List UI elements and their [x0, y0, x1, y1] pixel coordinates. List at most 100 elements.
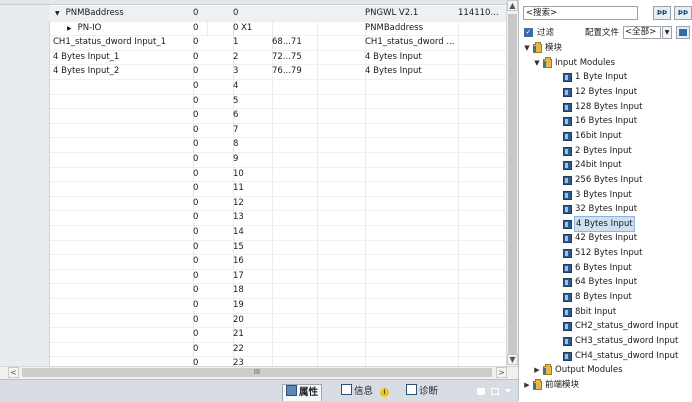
cell-name [49, 254, 194, 270]
module-icon [563, 351, 572, 361]
table-row[interactable]: 0 16 [0, 254, 506, 270]
table-row[interactable]: 0 17 [0, 268, 506, 285]
table-row[interactable]: 0 15 [0, 239, 506, 256]
catalog-tree-item[interactable]: 12 Bytes Input [519, 85, 692, 100]
row-gutter-cell [0, 195, 50, 211]
expand-arrow-icon[interactable]: ▼ [55, 10, 60, 17]
tab-diagnostics[interactable]: 诊断 [403, 384, 441, 400]
table-row[interactable]: 05 [0, 93, 506, 110]
table-row[interactable]: 0 18 [0, 283, 506, 299]
table-row[interactable]: 09 [0, 152, 506, 168]
catalog-tree-item[interactable]: 256 Bytes Input [519, 173, 692, 188]
catalog-tree-item[interactable]: 4 Bytes Input [519, 215, 692, 233]
cell-order [454, 298, 506, 314]
scroll-down-button[interactable]: ▼ [507, 354, 518, 365]
table-row[interactable]: ▼ PNMBaddress 0 0 PNGWL V2.1 114110... [0, 6, 506, 22]
module-icon [563, 175, 572, 185]
table-row[interactable]: 0 10 [0, 166, 506, 183]
profile-select[interactable]: <全部> [623, 26, 661, 39]
cell-iaddr [268, 6, 318, 22]
module-icon [563, 278, 572, 288]
profile-dropdown-arrow[interactable]: ▼ [662, 26, 672, 39]
catalog-tree-item[interactable]: 3 Bytes Input [519, 188, 692, 203]
cell-type: PNGWL V2.1 [361, 6, 459, 22]
table-row[interactable]: 4 Bytes Input_2 0 3 76...79 4 Bytes Input [0, 64, 506, 80]
scroll-thumb[interactable] [508, 14, 517, 354]
table-row[interactable]: 0 19 [0, 298, 506, 314]
module-icon [563, 205, 572, 215]
catalog-tree-item[interactable]: 64 Bytes Input [519, 275, 692, 290]
cell-iaddr [268, 327, 318, 343]
tree-expand-icon[interactable]: ▼ [523, 41, 531, 56]
catalog-tree-item[interactable]: ▶ 前端模块 [519, 378, 692, 393]
tree-expand-icon[interactable]: ▼ [533, 56, 541, 71]
search-down-button[interactable]: ÞÞ [653, 6, 671, 20]
table-row[interactable]: CH1_status_dword Input_1 0 1 68...71 CH1_sta… [0, 35, 506, 51]
catalog-tree-item[interactable]: ▼ 模块 [519, 41, 692, 56]
cell-slot: 6 [229, 108, 273, 124]
table-row[interactable]: ▶ PN-IO 0 0 X1 PNMBaddress [0, 20, 506, 37]
catalog-tree-item[interactable]: 8 Bytes Input [519, 290, 692, 305]
catalog-tree-item[interactable]: ▶ Output Modules [519, 363, 692, 378]
horizontal-scroll-thumb[interactable]: III [22, 368, 492, 377]
catalog-tree-item[interactable]: ▼ Input Modules [519, 56, 692, 71]
table-row[interactable]: 0 20 [0, 312, 506, 329]
catalog-tree-label: 2 Bytes Input [575, 145, 632, 156]
catalog-tree-item[interactable]: CH3_status_dword Input [519, 334, 692, 349]
scroll-right-button[interactable]: > [496, 367, 507, 378]
panel-menu-icon[interactable] [505, 389, 511, 393]
catalog-tree-item[interactable]: 24bit Input [519, 158, 692, 173]
collapse-arrow-icon[interactable]: ▶ [67, 25, 72, 32]
catalog-tree-item[interactable]: 512 Bytes Input [519, 246, 692, 261]
catalog-tree-item[interactable]: 8bit Input [519, 305, 692, 320]
table-row[interactable]: 4 Bytes Input_1 0 2 72...75 4 Bytes Input [0, 49, 506, 66]
tab-properties[interactable]: 属性 [282, 384, 323, 401]
row-gutter-cell [0, 35, 50, 50]
table-row[interactable]: 0 12 [0, 195, 506, 212]
tree-collapse-icon[interactable]: ▶ [533, 363, 541, 378]
tree-collapse-icon[interactable]: ▶ [523, 378, 531, 393]
search-up-button[interactable]: ÞÞ [674, 6, 692, 20]
catalog-tree-item[interactable]: 6 Bytes Input [519, 261, 692, 276]
filter-checkbox[interactable]: ✓ [524, 28, 533, 37]
table-row[interactable]: 06 [0, 108, 506, 124]
catalog-tree-item[interactable]: 32 Bytes Input [519, 202, 692, 217]
table-row[interactable]: 0 14 [0, 225, 506, 241]
table-horizontal-scrollbar[interactable]: < III > [0, 366, 518, 379]
table-row[interactable]: 0 21 [0, 327, 506, 343]
panel-toggle-icon[interactable] [477, 388, 485, 395]
cell-order [454, 225, 506, 241]
table-row[interactable]: 08 [0, 137, 506, 153]
panel-layout-icon[interactable] [491, 388, 499, 395]
catalog-tree-item[interactable]: 16 Bytes Input [519, 114, 692, 129]
catalog-search-input[interactable]: <搜索> [523, 6, 638, 20]
cell-qaddr [313, 268, 366, 285]
catalog-tree-item[interactable]: 16bit Input [519, 129, 692, 144]
catalog-tree-item[interactable]: 42 Bytes Input [519, 231, 692, 246]
table-row[interactable]: 0 11 [0, 181, 506, 197]
catalog-tree-label: Input Modules [555, 57, 616, 68]
catalog-tree-item[interactable]: 2 Bytes Input [519, 144, 692, 159]
catalog-tree-item[interactable]: 1 Byte Input [519, 70, 692, 85]
catalog-tree-label: 8 Bytes Input [575, 292, 632, 303]
catalog-tree-item[interactable]: 128 Bytes Input [519, 100, 692, 115]
table-row[interactable]: 0 13 [0, 210, 506, 226]
tab-info[interactable]: 信息 i [338, 384, 392, 400]
catalog-tree-item[interactable]: CH4_status_dword Input [519, 349, 692, 364]
cell-type [361, 108, 459, 124]
table-row[interactable]: 0 23 [0, 356, 506, 366]
catalog-settings-button[interactable] [676, 26, 690, 39]
scroll-left-button[interactable]: < [8, 367, 19, 378]
cell-slot: 15 [229, 239, 273, 256]
module-icon [563, 219, 572, 229]
cell-type [361, 268, 459, 285]
scroll-up-button[interactable]: ▲ [507, 0, 518, 11]
table-row[interactable]: 07 [0, 122, 506, 139]
module-icon [563, 73, 572, 83]
diagnostics-icon [406, 384, 417, 395]
cell-order: 114110... [454, 6, 506, 22]
cell-name: 4 Bytes Input_2 [49, 64, 194, 80]
table-row[interactable]: 04 [0, 79, 506, 95]
catalog-tree-item[interactable]: CH2_status_dword Input [519, 319, 692, 334]
table-row[interactable]: 0 22 [0, 341, 506, 358]
